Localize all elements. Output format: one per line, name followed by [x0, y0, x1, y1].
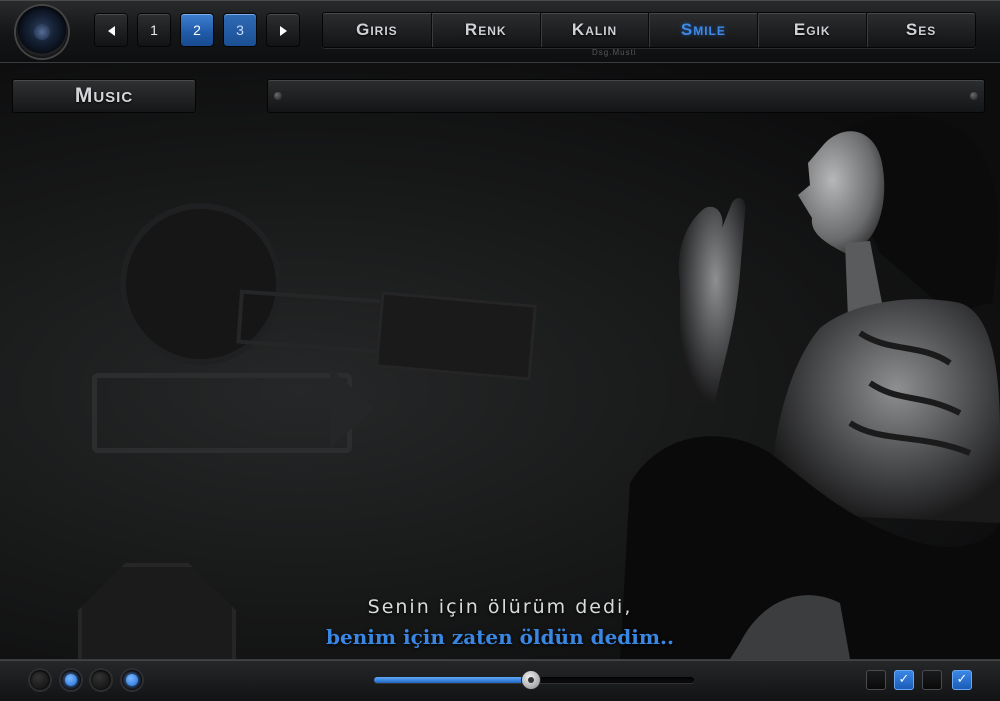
page-2-button[interactable]: 2: [180, 13, 214, 47]
speaker-icon: [16, 6, 68, 58]
woman-portrait-image: [620, 114, 1000, 659]
option-checkbox[interactable]: [866, 670, 886, 690]
progress-slider[interactable]: [374, 671, 694, 689]
slider-thumb[interactable]: [521, 671, 540, 689]
top-bar: 1 2 3 Giris Renk Kalin Smile Egik Ses Ds…: [0, 0, 1000, 63]
player-dot-button[interactable]: [122, 670, 142, 690]
player-dot-button[interactable]: [30, 670, 50, 690]
page-3-button[interactable]: 3: [223, 13, 257, 47]
lyric-line-2: benim için zaten öldün dedim..: [326, 625, 674, 649]
background-wall-sign: [374, 291, 538, 381]
progress-fill: [374, 677, 531, 683]
menu-item-kalin[interactable]: Kalin: [541, 13, 650, 47]
menu-item-ses[interactable]: Ses: [867, 13, 975, 47]
menu-item-smile[interactable]: Smile: [649, 13, 759, 47]
lyric-line-1: Senin için ölürüm dedi,: [367, 596, 633, 618]
section-label: Music: [12, 79, 196, 113]
main-stage: Music Senin için ölürüm dedi, benim için…: [0, 63, 1000, 659]
triangle-left-icon: [107, 26, 115, 37]
screw-icon: [274, 92, 282, 100]
triangle-right-icon: [279, 26, 287, 37]
player-controls: ✓ ✓: [0, 659, 1000, 701]
credit-text: Dsg.Musti: [592, 48, 637, 57]
page-1-button[interactable]: 1: [137, 13, 171, 47]
background-street-sign: [236, 289, 398, 355]
prev-page-button[interactable]: [94, 13, 128, 47]
option-checkbox[interactable]: [922, 670, 942, 690]
background-arrow-shape: [330, 368, 374, 448]
option-checkbox[interactable]: ✓: [952, 670, 972, 690]
main-menu: Giris Renk Kalin Smile Egik Ses: [322, 12, 976, 48]
background-oneway-sign: [92, 373, 352, 453]
menu-item-egik[interactable]: Egik: [758, 13, 868, 47]
menu-item-renk[interactable]: Renk: [432, 13, 541, 47]
next-page-button[interactable]: [266, 13, 300, 47]
player-dot-button[interactable]: [61, 670, 81, 690]
menu-item-giris[interactable]: Giris: [323, 13, 432, 47]
screw-icon: [970, 92, 978, 100]
option-checkbox[interactable]: ✓: [894, 670, 914, 690]
player-dot-button[interactable]: [91, 670, 111, 690]
